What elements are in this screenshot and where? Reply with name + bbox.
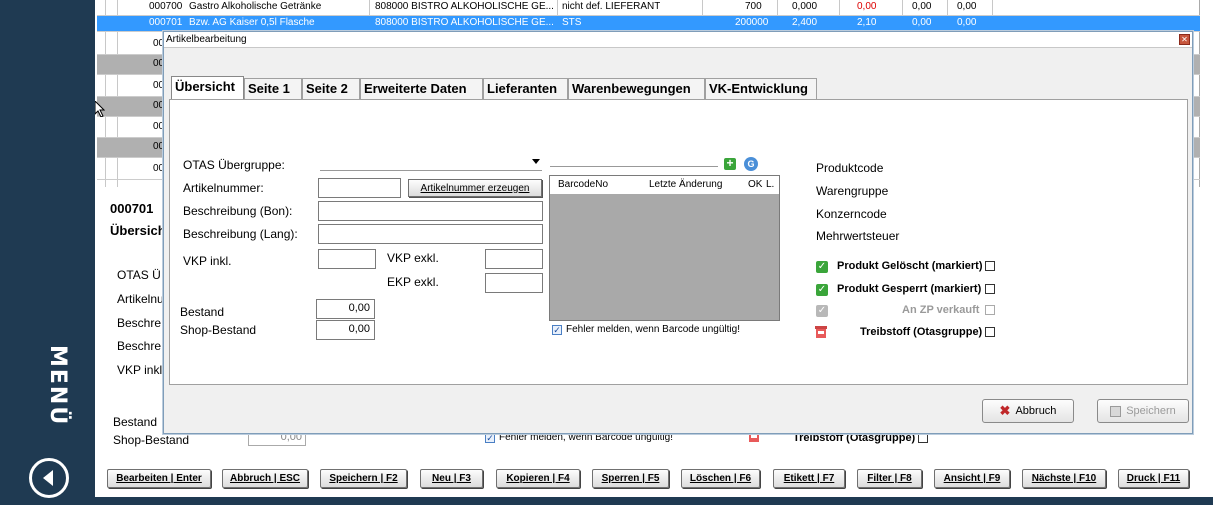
- next-f10-button[interactable]: Nächste | F10: [1022, 469, 1106, 488]
- print-f11-button[interactable]: Druck | F11: [1118, 469, 1189, 488]
- konzerncode-label: Konzerncode: [816, 207, 887, 221]
- bg-bestand-label: Bestand: [113, 415, 158, 429]
- col-ok: OK: [748, 179, 763, 190]
- dialog-title: Artikelbearbeitung: [166, 34, 247, 45]
- check-icon: ✓: [816, 305, 828, 317]
- cursor-icon: [94, 99, 106, 120]
- tab-warenbewegungen[interactable]: Warenbewegungen: [568, 78, 705, 99]
- new-f3-button[interactable]: Neu | F3: [420, 469, 483, 488]
- artikelnr-label: Artikelnummer:: [183, 181, 264, 195]
- treibstoff-label: Treibstoff (Otasgruppe): [860, 326, 983, 338]
- geloescht-label: Produkt Gelöscht (markiert): [837, 260, 983, 272]
- barcode-table-header: BarcodeNo Letzte Änderung OK L.: [550, 176, 779, 194]
- treibstoff-checkbox[interactable]: [985, 327, 995, 337]
- beschr-bon-input[interactable]: [318, 201, 543, 221]
- col-letzte-aenderung: Letzte Änderung: [649, 179, 723, 190]
- label-f7-button[interactable]: Etikett | F7: [773, 469, 845, 488]
- gesperrt-label: Produkt Gesperrt (markiert): [837, 283, 982, 295]
- table-row[interactable]: 000700 Gastro Alkoholische Getränke 8080…: [97, 0, 1200, 16]
- add-icon[interactable]: +: [724, 157, 736, 170]
- dialog-titlebar[interactable]: Artikelbearbeitung ✕: [164, 32, 1192, 48]
- check-icon: ✓: [816, 284, 828, 296]
- tab-vk-entwicklung[interactable]: VK-Entwicklung: [705, 78, 817, 99]
- zp-label: An ZP verkauft: [902, 304, 980, 316]
- generate-artikelnr-button[interactable]: Artikelnummer erzeugen: [408, 179, 542, 197]
- col-l: L.: [766, 179, 775, 190]
- shop-bestand-input[interactable]: 0,00: [316, 320, 375, 340]
- bestand-label: Bestand: [180, 305, 225, 319]
- speichern-button[interactable]: Speichern: [1097, 399, 1189, 423]
- barcode-input[interactable]: [550, 151, 718, 167]
- shop-bestand-label: Shop-Bestand: [180, 323, 257, 337]
- tab-seite2[interactable]: Seite 2: [302, 78, 360, 99]
- bg-vkp-label: VKP inkl: [117, 363, 163, 377]
- bg-beschr1-label: Beschre: [117, 316, 162, 330]
- mwst-label: Mehrwertsteuer: [816, 229, 900, 243]
- lock-f5-button[interactable]: Sperren | F5: [592, 469, 669, 488]
- artikelnr-input[interactable]: [318, 178, 401, 198]
- tab-seite1[interactable]: Seite 1: [244, 78, 302, 99]
- vkp-inkl-input[interactable]: [318, 249, 376, 269]
- ekp-exkl-input[interactable]: [485, 273, 543, 293]
- delete-f6-button[interactable]: Löschen | F6: [681, 469, 760, 488]
- article-number-heading: 000701: [110, 201, 154, 216]
- abbruch-button[interactable]: ✖ Abbruch: [982, 399, 1074, 423]
- check-icon: ✓: [816, 261, 828, 273]
- function-button-bar: Bearbeiten | Enter Abbruch | ESC Speiche…: [97, 463, 1200, 493]
- back-circle-icon[interactable]: [29, 458, 69, 498]
- save-f2-button[interactable]: Speichern | F2: [320, 469, 407, 488]
- vkp-inkl-label: VKP inkl.: [183, 254, 232, 268]
- beschr-lang-label: Beschreibung (Lang):: [183, 227, 298, 241]
- bestand-input[interactable]: 0,00: [316, 299, 375, 319]
- beschr-lang-input[interactable]: [318, 224, 543, 244]
- gesperrt-checkbox[interactable]: [985, 284, 995, 294]
- copy-f4-button[interactable]: Kopieren | F4: [496, 469, 580, 488]
- fuel-pump-icon: [815, 326, 829, 342]
- chevron-down-icon: [532, 159, 540, 164]
- bg-beschr2-label: Beschre: [117, 339, 162, 353]
- ekp-exkl-label: EKP exkl.: [387, 275, 439, 289]
- close-icon[interactable]: ✕: [1179, 34, 1190, 45]
- beschr-bon-label: Beschreibung (Bon):: [183, 204, 293, 218]
- bg-artikelnr-label: Artikelnu: [117, 292, 164, 306]
- tab-uebersicht[interactable]: Übersicht: [171, 76, 244, 100]
- save-icon: [1110, 405, 1122, 417]
- tab-lieferanten[interactable]: Lieferanten: [483, 78, 568, 99]
- vkp-exkl-input[interactable]: [485, 249, 543, 269]
- arrow-left-icon: [43, 470, 53, 486]
- edit-button[interactable]: Bearbeiten | Enter: [107, 469, 211, 488]
- tab-erweiterte-daten[interactable]: Erweiterte Daten: [360, 78, 483, 99]
- abbruch-label: Abbruch: [1015, 405, 1057, 417]
- refresh-icon[interactable]: G: [744, 157, 758, 171]
- article-edit-dialog: Artikelbearbeitung ✕ Übersicht Seite 1 S…: [163, 31, 1193, 434]
- vkp-exkl-label: VKP exkl.: [387, 251, 439, 265]
- fehler-checkbox[interactable]: ✓: [552, 325, 562, 335]
- bg-shop-bestand-label: Shop-Bestand: [113, 433, 190, 447]
- fehler-label: Fehler melden, wenn Barcode ungültig!: [566, 324, 740, 335]
- filter-f8-button[interactable]: Filter | F8: [857, 469, 922, 488]
- close-icon: ✖: [999, 403, 1011, 418]
- bottom-strip: [95, 497, 1213, 505]
- speichern-label: Speichern: [1126, 405, 1176, 417]
- otas-label: OTAS Übergruppe:: [183, 158, 285, 172]
- overview-panel: OTAS Übergruppe: Artikelnummer: Artikeln…: [169, 99, 1188, 385]
- warengruppe-label: Warengruppe: [816, 184, 889, 198]
- bg-otas-label: OTAS Ü: [117, 268, 161, 282]
- cancel-esc-button[interactable]: Abbruch | ESC: [222, 469, 308, 488]
- bg-fehler-checkbox[interactable]: ✓: [485, 433, 495, 443]
- table-row[interactable]: 000701 Bzw. AG Kaiser 0,5l Flasche 80800…: [97, 16, 1200, 32]
- view-f9-button[interactable]: Ansicht | F9: [934, 469, 1010, 488]
- bg-treibstoff-checkbox[interactable]: [918, 433, 928, 443]
- col-barcodeno: BarcodeNo: [558, 179, 609, 190]
- geloescht-checkbox[interactable]: [985, 261, 995, 271]
- produktcode-label: Produktcode: [816, 161, 884, 175]
- bg-tab-overview[interactable]: Übersicht: [110, 223, 170, 238]
- zp-checkbox[interactable]: [985, 305, 995, 315]
- menu-label[interactable]: MENÜ: [30, 345, 70, 435]
- barcode-table[interactable]: BarcodeNo Letzte Änderung OK L.: [549, 175, 780, 321]
- otas-select[interactable]: [320, 155, 542, 171]
